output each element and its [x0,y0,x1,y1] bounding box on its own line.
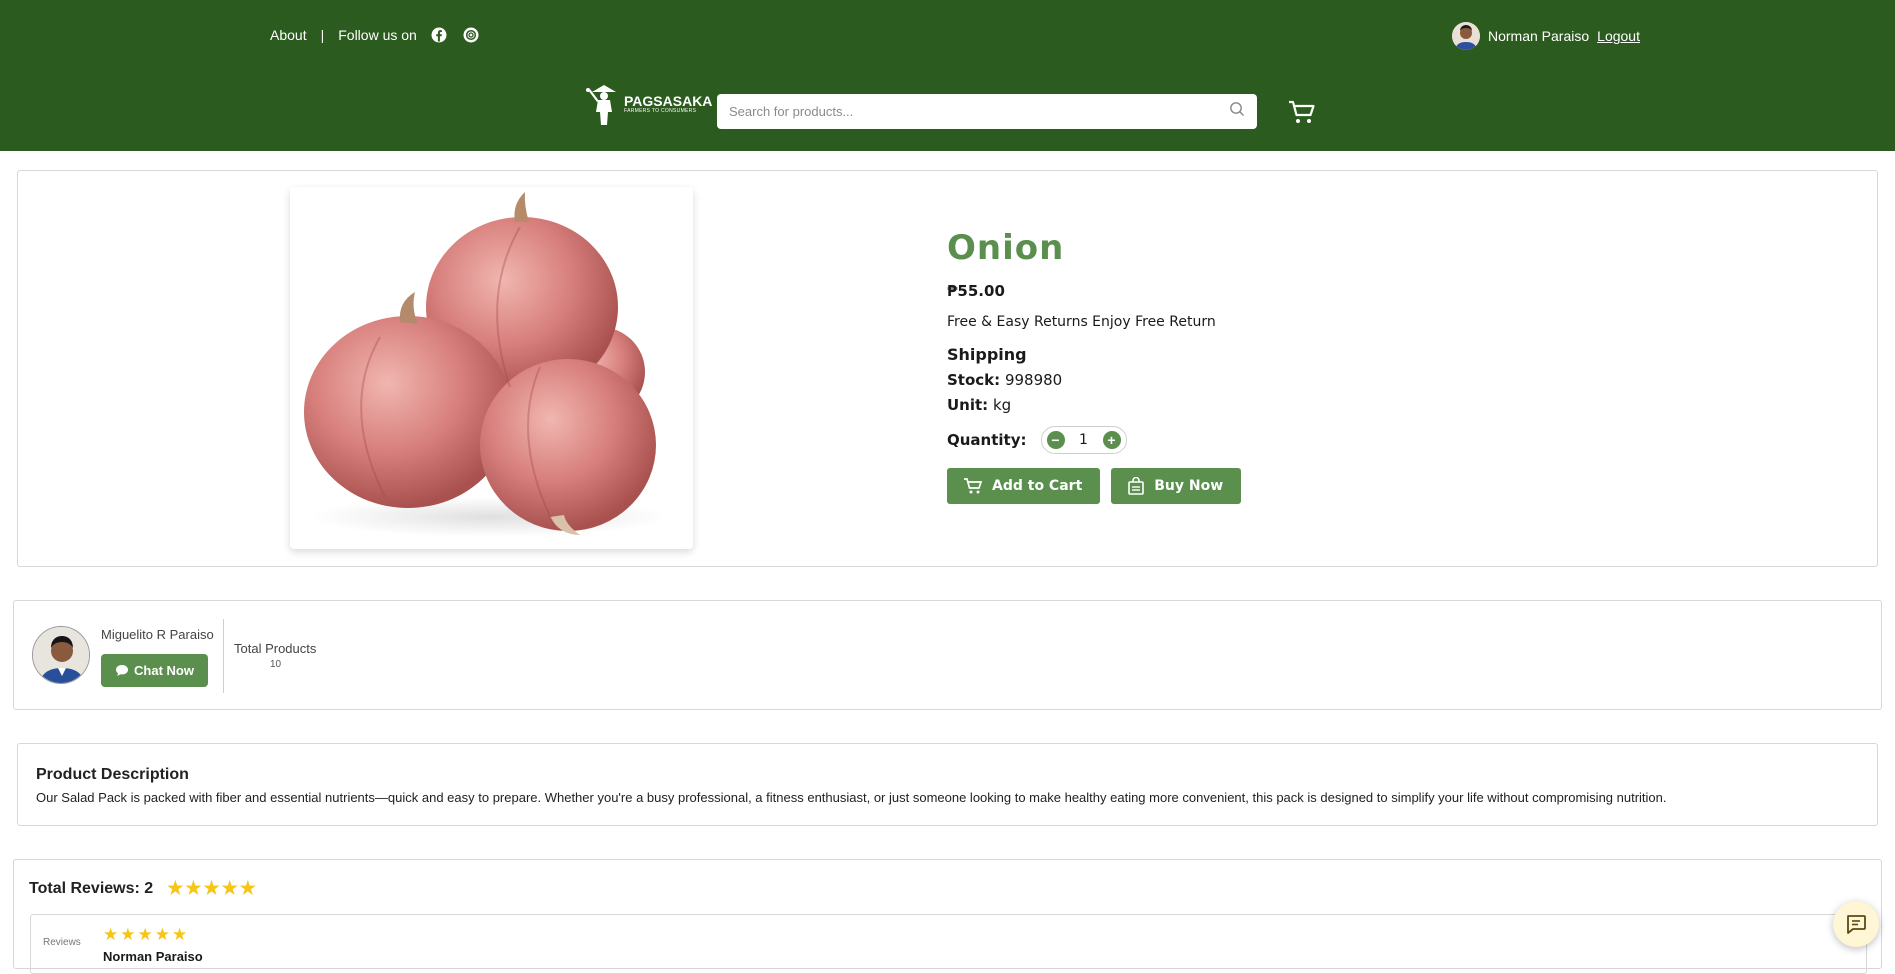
reviews-section: Total Reviews: 2 ★★★★★ Reviews ★★★★★ Nor… [13,859,1882,974]
stock-value: 998980 [1004,371,1063,389]
product-actions: Add to Cart Buy Now [947,468,1252,504]
follow-label: Follow us on [338,26,417,43]
site-header: About | Follow us on Norman Paraiso Logo… [0,0,1895,151]
returns-text: Free & Easy Returns Enjoy Free Return [947,314,1216,330]
chat-bubble-icon [116,665,129,676]
chat-now-label: Chat Now [134,663,194,678]
product-description: Product Description Our Salad Pack is pa… [17,743,1878,826]
total-products-label: Total Products [234,641,317,656]
quantity-label: Quantity: [947,431,1027,449]
description-text: Our Salad Pack is packed with fiber and … [36,790,1667,805]
user-avatar[interactable] [1452,22,1480,50]
description-heading: Product Description [36,766,189,783]
about-link[interactable]: About [270,27,307,43]
add-to-cart-label: Add to Cart [992,478,1083,494]
product-name: Onion [947,228,1065,268]
message-icon [1847,915,1866,934]
quantity-stepper: − 1 + [1040,426,1127,454]
top-nav: About | Follow us on [270,26,495,43]
search-icon[interactable] [1229,101,1245,122]
product-info: Onion ₱55.00 Free & Easy Returns Enjoy F… [947,228,1252,504]
buy-now-label: Buy Now [1154,478,1224,494]
quantity-row: Quantity: − 1 + [947,426,1252,454]
seller-divider [223,619,224,693]
facebook-icon[interactable] [431,26,448,43]
seller-card: Miguelito R Paraiso Chat Now Total Produ… [13,600,1882,710]
unit-label: Unit: [947,396,989,414]
stock-row: Stock: 998980 [947,371,1252,389]
product-price: ₱55.00 [947,282,1005,300]
reviewer-name: Norman Paraiso [103,949,203,964]
unit-row: Unit: kg [947,396,1252,414]
average-rating-stars: ★★★★★ [167,878,258,898]
brand-name: PAGSASAKA [624,93,713,109]
shopping-bag-icon [1128,477,1145,495]
user-name[interactable]: Norman Paraiso [1488,28,1589,44]
floating-chat-button[interactable] [1833,901,1879,947]
quantity-value[interactable]: 1 [1065,432,1103,448]
review-item: Reviews ★★★★★ Norman Paraiso [30,914,1867,974]
search-input[interactable] [729,104,1229,119]
increase-quantity-button[interactable]: + [1102,431,1121,449]
brand-logo[interactable]: PAGSASAKA FARMERS TO CONSUMERS [584,82,712,126]
seller-avatar[interactable] [32,626,90,684]
chat-now-button[interactable]: Chat Now [101,654,208,687]
nav-separator: | [320,26,325,43]
total-products-value: 10 [270,659,282,670]
farmer-logo-icon [586,85,616,125]
user-menu: Norman Paraiso Logout [1452,22,1640,50]
reviews-header: Total Reviews: 2 ★★★★★ [29,878,258,899]
reviewer-image: Reviews [43,937,81,948]
logout-link[interactable]: Logout [1597,28,1640,44]
add-to-cart-button[interactable]: Add to Cart [947,468,1101,504]
cart-icon[interactable] [1288,98,1316,126]
search-bar [717,94,1257,129]
shipping-label: Shipping [947,345,1027,364]
buy-now-button[interactable]: Buy Now [1111,468,1242,504]
product-image[interactable] [290,187,693,549]
total-reviews-label: Total Reviews: 2 [29,879,154,897]
review-stars: ★★★★★ [103,925,190,944]
instagram-icon[interactable] [463,26,480,43]
unit-value: kg [992,396,1012,414]
cart-icon [964,478,983,494]
decrease-quantity-button[interactable]: − [1046,431,1065,449]
stock-label: Stock: [947,371,1001,389]
seller-name[interactable]: Miguelito R Paraiso [101,627,214,642]
